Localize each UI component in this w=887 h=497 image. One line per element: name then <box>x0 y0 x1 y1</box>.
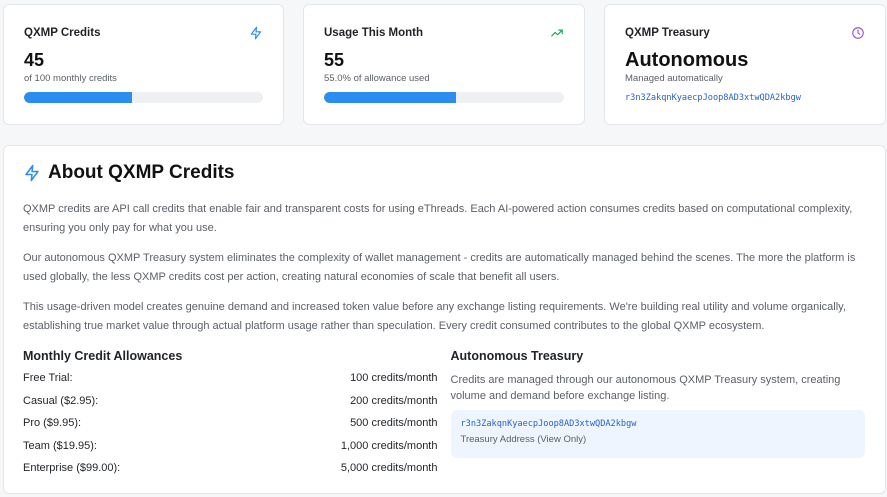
clock-icon <box>851 26 865 40</box>
tier-amount: 5,000 credits/month <box>340 462 438 474</box>
treasury-address-value[interactable]: r3n3ZakqnKyaecpJoop8AD3xtwQDA2kbgw <box>461 419 856 429</box>
credits-progress-bar <box>24 92 263 103</box>
tier-name: Enterprise ($99.00): <box>23 462 121 474</box>
usage-card: Usage This Month 55 55.0% of allowance u… <box>303 4 585 125</box>
list-item: Team ($19.95): 1,000 credits/month <box>23 440 438 463</box>
tier-name: Team ($19.95): <box>23 439 97 452</box>
credits-title: QXMP Credits <box>24 27 101 39</box>
usage-subtext: 55.0% of allowance used <box>324 73 430 84</box>
treasury-address-link[interactable]: r3n3ZakqnKyaecpJoop8AD3xtwQDA2kbgw <box>625 93 865 103</box>
about-title: About QXMP Credits <box>48 162 235 183</box>
trending-up-icon <box>550 26 564 40</box>
credits-card: QXMP Credits 45 of 100 monthly credits <box>3 4 284 125</box>
autonomous-treasury-text: Credits are managed through our autonomo… <box>450 374 841 402</box>
treasury-card: QXMP Treasury Autonomous Managed automat… <box>604 4 886 125</box>
about-paragraph-3: This usage-driven model creates genuine … <box>23 301 846 332</box>
tier-name: Pro ($9.95): <box>23 417 82 429</box>
about-paragraph-2: Our autonomous QXMP Treasury system elim… <box>23 252 856 283</box>
allowances-title: Monthly Credit Allowances <box>23 349 183 363</box>
list-item: Free Trial: 100 credits/month <box>23 372 438 395</box>
tier-name: Free Trial: <box>23 372 73 384</box>
credits-progress-fill <box>24 92 132 103</box>
treasury-value: Autonomous <box>625 49 749 71</box>
tier-name: Casual ($2.95): <box>23 394 99 407</box>
tier-amount: 100 credits/month <box>350 372 438 384</box>
treasury-address-box: r3n3ZakqnKyaecpJoop8AD3xtwQDA2kbgw Treas… <box>450 410 865 458</box>
credits-subtext: of 100 monthly credits <box>24 73 117 84</box>
list-item: Pro ($9.95): 500 credits/month <box>23 417 438 440</box>
tier-amount: 500 credits/month <box>350 417 438 429</box>
lightning-icon <box>23 164 41 182</box>
usage-value: 55 <box>324 50 345 70</box>
treasury-subtext: Managed automatically <box>625 73 723 84</box>
credits-value: 45 <box>24 50 45 70</box>
usage-title: Usage This Month <box>324 27 424 39</box>
about-credits-panel: About QXMP Credits QXMP credits are API … <box>3 145 886 494</box>
autonomous-treasury-title: Autonomous Treasury <box>450 349 584 363</box>
usage-progress-fill <box>324 92 456 103</box>
treasury-title: QXMP Treasury <box>625 27 710 39</box>
tier-amount: 200 credits/month <box>350 394 438 407</box>
allowances-list: Free Trial: 100 credits/month Casual ($2… <box>23 372 438 485</box>
treasury-address-label: Treasury Address (View Only) <box>460 434 587 445</box>
list-item: Casual ($2.95): 200 credits/month <box>23 395 438 418</box>
tier-amount: 1,000 credits/month <box>340 439 438 452</box>
list-item: Enterprise ($99.00): 5,000 credits/month <box>23 462 438 485</box>
usage-progress-bar <box>324 92 564 103</box>
allowances-section: Monthly Credit Allowances Free Trial: 10… <box>23 349 438 485</box>
lightning-icon <box>249 26 263 40</box>
autonomous-treasury-section: Autonomous Treasury Credits are managed … <box>450 349 865 485</box>
about-paragraph-1: QXMP credits are API call credits that e… <box>23 203 853 234</box>
